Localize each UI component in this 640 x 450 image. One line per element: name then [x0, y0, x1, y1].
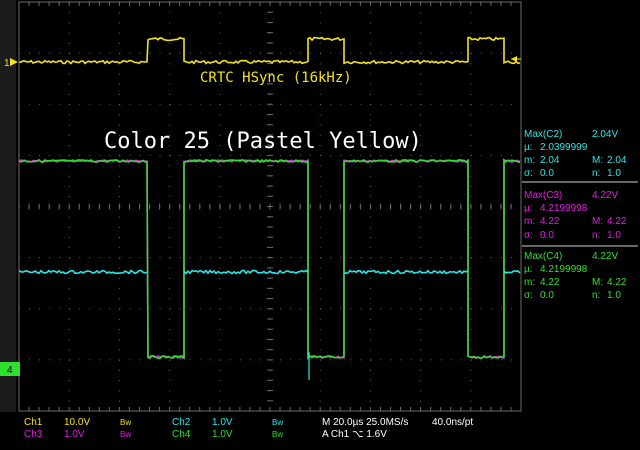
meas-mu-label: µ:	[524, 264, 533, 275]
meas-min-label: m:	[524, 155, 535, 166]
meas-max-label: M:	[592, 216, 603, 227]
ch3-label: Ch3	[24, 429, 43, 440]
meas-sigma-label: σ:	[524, 290, 533, 301]
meas-source: Max(C3)	[524, 190, 562, 201]
ch4-marker-label: 4	[7, 365, 13, 376]
meas-max: 2.04	[607, 155, 627, 166]
meas-n: 1.0	[607, 230, 621, 241]
meas-source: Max(C2)	[524, 129, 562, 140]
meas-n: 1.0	[607, 290, 621, 301]
meas-source: Max(C4)	[524, 251, 562, 262]
meas-sigma-label: σ:	[524, 168, 533, 179]
meas-mu: 2.0399999	[540, 142, 588, 153]
ch3-scale: 1.0V	[64, 429, 85, 440]
meas-n: 1.0	[607, 168, 621, 179]
ch2-label: Ch2	[172, 417, 191, 428]
meas-n-label: n:	[592, 230, 600, 241]
hsync-annotation: CRTC HSync (16kHz)	[200, 70, 352, 86]
meas-sigma: 0.0	[540, 168, 554, 179]
ch1-marker-label: 1	[4, 58, 10, 69]
ch1-scale: 10.0V	[64, 417, 90, 428]
timebase-readout[interactable]: M 20.0µs 25.0MS/s	[322, 417, 408, 428]
meas-n-label: n:	[592, 168, 600, 179]
meas-mu: 4.2199998	[540, 203, 588, 214]
oscilloscope-screen: 1 4 CRTC HSync (16kHz) Color 25 (Pastel …	[0, 0, 640, 450]
ch4-ground-marker[interactable]: 4	[0, 362, 20, 376]
meas-n-label: n:	[592, 290, 600, 301]
meas-mu-label: µ:	[524, 142, 533, 153]
sample-interval-readout: 40.0ns/pt	[432, 417, 473, 428]
meas-min: 4.22	[540, 216, 560, 227]
meas-value: 2.04V	[592, 129, 618, 140]
ch1-label: Ch1	[24, 417, 43, 428]
ch3-bw-limit: Bw	[120, 430, 131, 439]
trigger-readout[interactable]: A Ch1 ⌥ 1.6V	[322, 429, 387, 440]
meas-max-label: M:	[592, 277, 603, 288]
meas-min-label: m:	[524, 277, 535, 288]
meas-sigma: 0.0	[540, 230, 554, 241]
meas-max-label: M:	[592, 155, 603, 166]
ch4-label: Ch4	[172, 429, 191, 440]
ch4-bw-limit: Bw	[272, 430, 283, 439]
ch2-bw-limit: Bw	[272, 418, 283, 427]
meas-min-label: m:	[524, 216, 535, 227]
meas-min: 2.04	[540, 155, 560, 166]
meas-max: 4.22	[607, 216, 627, 227]
ch2-scale: 1.0V	[212, 417, 233, 428]
meas-mu-label: µ:	[524, 203, 533, 214]
meas-value: 4.22V	[592, 251, 618, 262]
meas-sigma-label: σ:	[524, 230, 533, 241]
ch1-bw-limit: Bw	[120, 418, 131, 427]
meas-min: 4.22	[540, 277, 560, 288]
color-annotation: Color 25 (Pastel Yellow)	[104, 129, 422, 154]
meas-mu: 4.2199998	[540, 264, 588, 275]
meas-value: 4.22V	[592, 190, 618, 201]
meas-sigma: 0.0	[540, 290, 554, 301]
ch4-scale: 1.0V	[212, 429, 233, 440]
meas-max: 4.22	[607, 277, 627, 288]
